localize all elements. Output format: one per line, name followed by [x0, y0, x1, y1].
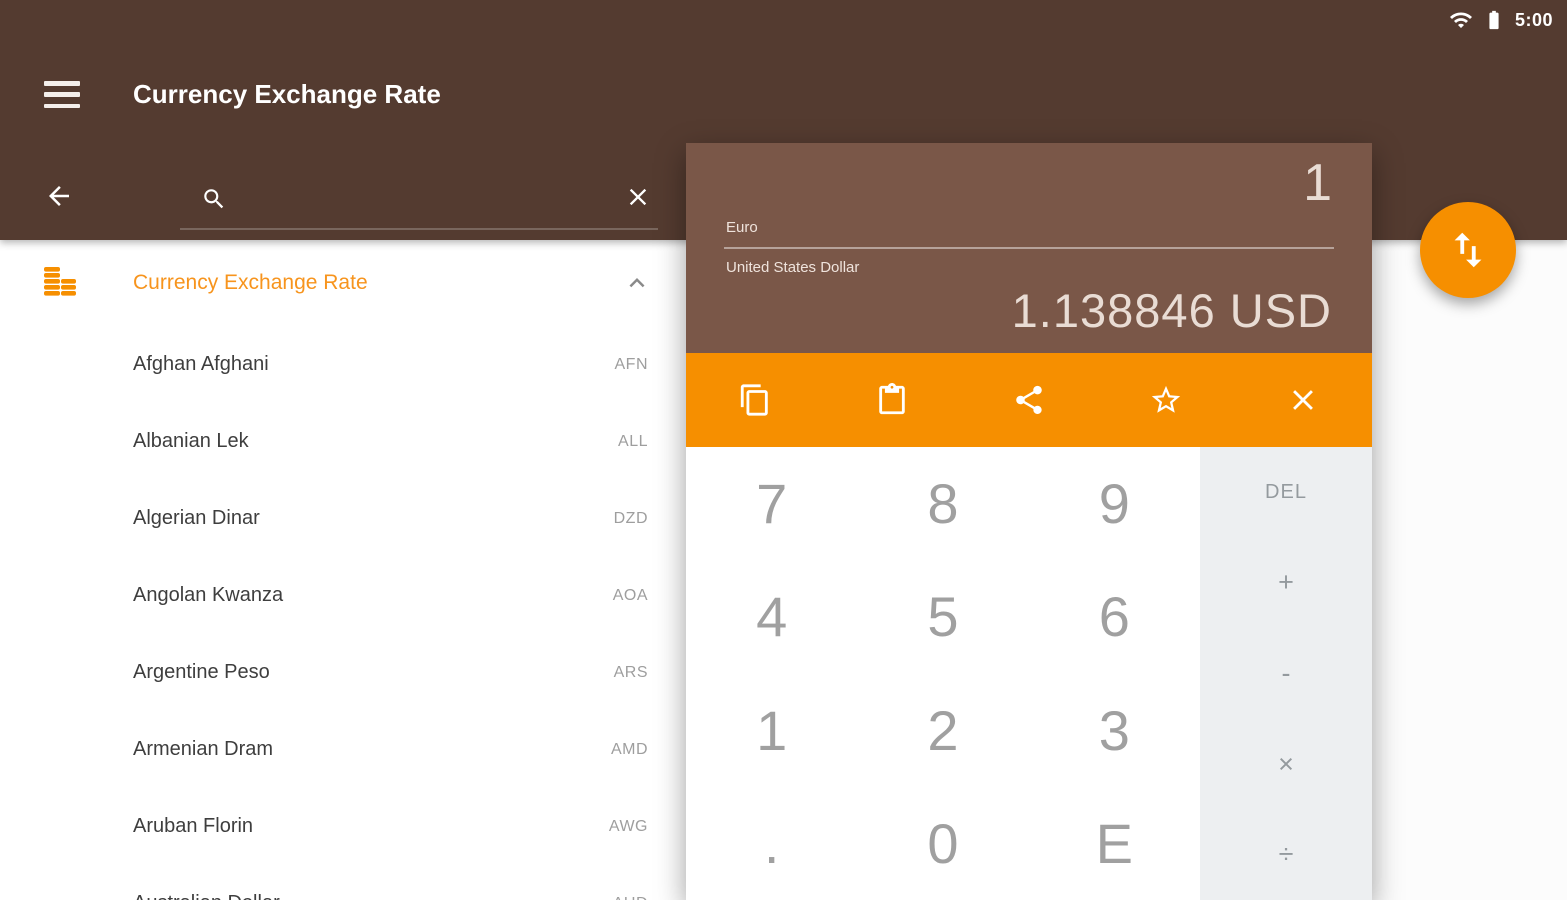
back-arrow-icon[interactable]: [44, 181, 74, 211]
currency-name: Armenian Dram: [133, 738, 274, 760]
currency-section-label: Currency Exchange Rate: [133, 271, 368, 294]
key-decimal[interactable]: .: [686, 787, 857, 900]
currency-row[interactable]: Argentine Peso ARS: [0, 634, 686, 711]
key-8[interactable]: 8: [857, 447, 1028, 560]
key-1[interactable]: 1: [686, 674, 857, 787]
currency-row[interactable]: Aruban Florin AWG: [0, 788, 686, 865]
swap-currencies-fab[interactable]: [1420, 202, 1516, 298]
paste-icon: [879, 383, 905, 415]
key-exponent[interactable]: E: [1029, 787, 1200, 900]
currency-row[interactable]: Albanian Lek ALL: [0, 403, 686, 480]
currency-code: ALL: [618, 432, 648, 450]
key-delete[interactable]: DEL: [1200, 447, 1372, 538]
currency-section-header[interactable]: Currency Exchange Rate: [0, 240, 686, 326]
share-button[interactable]: [960, 353, 1097, 447]
copy-button[interactable]: [686, 353, 823, 447]
currency-code: AOA: [612, 586, 648, 604]
hamburger-menu-icon[interactable]: [44, 81, 80, 108]
currency-row[interactable]: Australian Dollar AUD: [0, 865, 686, 900]
key-4[interactable]: 4: [686, 560, 857, 673]
operator-keys: DEL + - × ÷: [1200, 447, 1372, 900]
currency-name: Algerian Dinar: [133, 507, 260, 529]
currency-list: Currency Exchange Rate Afghan Afghani AFN…: [0, 240, 686, 900]
key-minus[interactable]: -: [1200, 628, 1372, 719]
coins-icon: [42, 267, 78, 299]
currency-code: AMD: [610, 740, 648, 758]
search-icon: [201, 186, 227, 212]
currency-code: AWG: [608, 817, 648, 835]
key-0[interactable]: 0: [857, 787, 1028, 900]
currency-name: Angolan Kwanza: [133, 584, 284, 606]
key-7[interactable]: 7: [686, 447, 857, 560]
search-input[interactable]: [180, 178, 658, 230]
digit-keys: 789 456 123.0E: [686, 447, 1200, 900]
swap-vertical-icon: [1445, 227, 1491, 273]
converter-panel: 1 Euro United States Dollar 1.138846 USD…: [686, 143, 1372, 900]
currency-code: AUD: [613, 895, 648, 900]
app-screen: 5:00 Currency Exchange Rate Currency Exc…: [0, 0, 1567, 900]
status-bar: 5:00: [1449, 0, 1553, 40]
key-2[interactable]: 2: [857, 674, 1028, 787]
currency-name: Aruban Florin: [133, 815, 254, 837]
key-plus[interactable]: +: [1200, 538, 1372, 629]
currency-name: Albanian Lek: [133, 430, 249, 452]
currency-row[interactable]: Algerian Dinar DZD: [0, 480, 686, 557]
copy-icon: [740, 384, 768, 416]
wifi-icon: [1449, 8, 1473, 32]
currency-name: Afghan Afghani: [133, 353, 269, 375]
conversion-card: 1 Euro United States Dollar 1.138846 USD: [686, 143, 1372, 353]
favorite-icon: [1152, 385, 1181, 413]
favorite-button[interactable]: [1098, 353, 1235, 447]
page-title: Currency Exchange Rate: [133, 79, 441, 109]
keypad: 789 456 123.0E DEL + - × ÷: [686, 447, 1372, 900]
currency-name: Argentine Peso: [133, 661, 270, 683]
card-divider: [724, 247, 1334, 249]
key-multiply[interactable]: ×: [1200, 719, 1372, 810]
clear-search-icon[interactable]: [624, 183, 652, 211]
currency-row[interactable]: Armenian Dram AMD: [0, 711, 686, 788]
battery-icon: [1483, 8, 1505, 32]
key-6[interactable]: 6: [1029, 560, 1200, 673]
currency-code: AFN: [614, 355, 648, 373]
currency-row[interactable]: Afghan Afghani AFN: [0, 326, 686, 403]
key-divide[interactable]: ÷: [1200, 809, 1372, 900]
from-currency-label[interactable]: Euro: [726, 219, 758, 236]
status-time: 5:00: [1514, 9, 1553, 30]
currency-rows: Afghan Afghani AFN Albanian Lek ALL Algerian…: [0, 326, 686, 900]
key-5[interactable]: 5: [857, 560, 1028, 673]
converter-toolbar: [686, 353, 1372, 447]
currency-name: Australian Dollar: [133, 892, 280, 900]
chevron-up-icon[interactable]: [622, 268, 652, 298]
to-currency-label[interactable]: United States Dollar: [726, 259, 859, 276]
close-button[interactable]: [1235, 353, 1372, 447]
paste-button[interactable]: [823, 353, 960, 447]
currency-row[interactable]: Angolan Kwanza AOA: [0, 557, 686, 634]
currency-code: DZD: [613, 509, 648, 527]
conversion-result: 1.138846 USD: [1011, 284, 1332, 337]
amount-value[interactable]: 1: [1303, 153, 1332, 213]
key-9[interactable]: 9: [1029, 447, 1200, 560]
key-3[interactable]: 3: [1029, 674, 1200, 787]
share-icon: [1016, 385, 1042, 415]
close-icon: [1293, 390, 1314, 410]
currency-code: ARS: [613, 663, 648, 681]
